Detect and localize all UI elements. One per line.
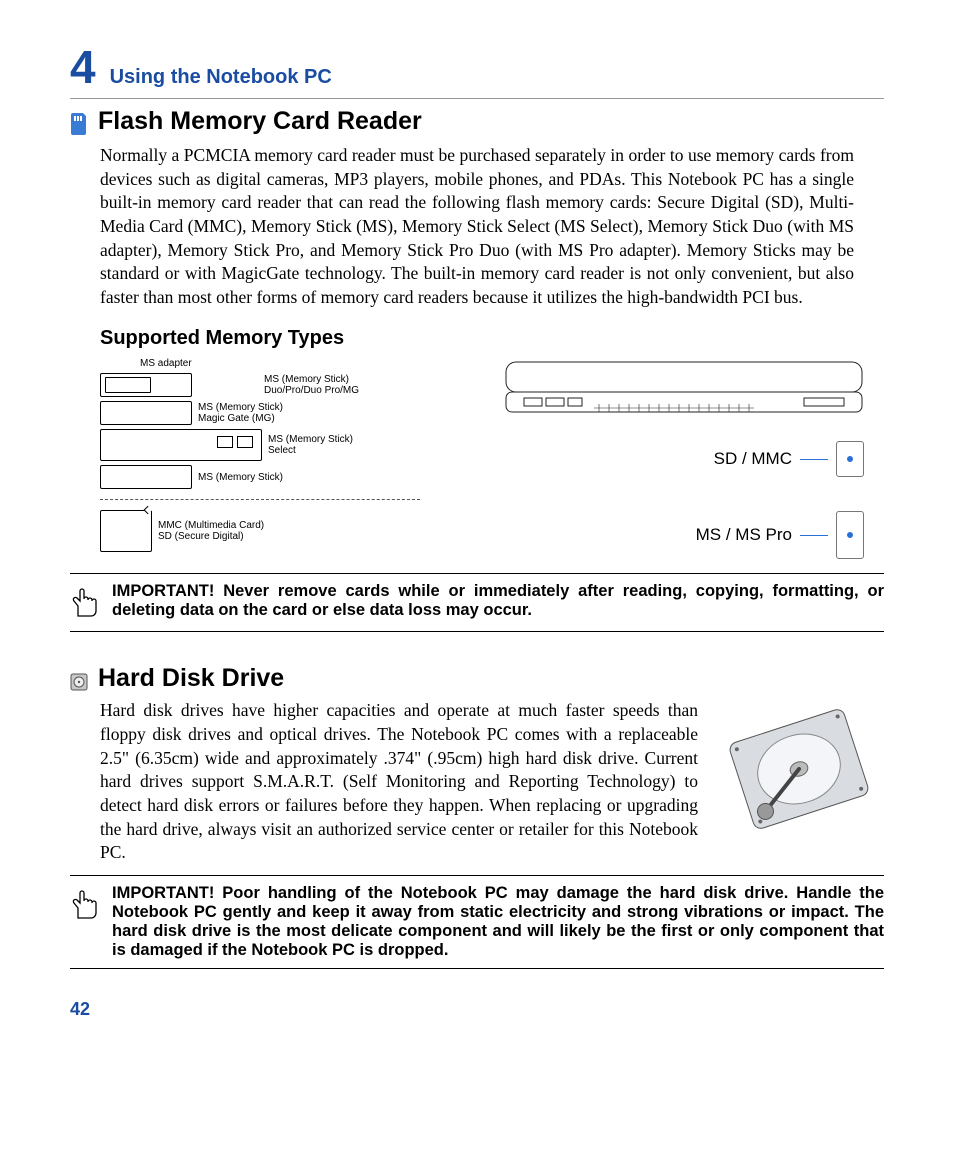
section-title-hdd: Hard Disk Drive: [98, 664, 284, 693]
divider: [70, 98, 884, 99]
mem-label-2: MS (Memory Stick) Magic Gate (MG): [198, 402, 283, 424]
card-outline: [100, 429, 262, 461]
mem-label-4: MS (Memory Stick): [198, 472, 283, 483]
card-outline: [100, 373, 192, 397]
chapter-number: 4: [70, 40, 96, 94]
laptop-side-icon: [504, 358, 864, 418]
chapter-title: Using the Notebook PC: [110, 66, 332, 89]
section-body-flash: Normally a PCMCIA memory card reader mus…: [100, 144, 854, 309]
note-text-2: IMPORTANT! Poor handling of the Notebook…: [112, 884, 884, 960]
sd-slot-icon: [836, 441, 864, 477]
important-note-2: IMPORTANT! Poor handling of the Notebook…: [70, 875, 884, 969]
mem-label-1: MS (Memory Stick) Duo/Pro/Duo Pro/MG: [264, 374, 359, 396]
page-number: 42: [70, 999, 884, 1020]
slot-label-ms: MS / MS Pro: [696, 525, 792, 545]
ms-slot-icon: [836, 511, 864, 559]
memory-types-diagram: MS adapter MS (Memory Stick) Duo/Pro/Duo…: [100, 358, 864, 559]
slot-label-sd: SD / MMC: [714, 449, 792, 469]
card-outline: [100, 510, 152, 552]
hand-icon: [70, 884, 98, 960]
section-body-hdd: Hard disk drives have higher capacities …: [100, 699, 698, 864]
important-note-1: IMPORTANT! Never remove cards while or i…: [70, 573, 884, 632]
hdd-image: [714, 699, 884, 839]
mem-label-3: MS (Memory Stick) Select: [268, 434, 353, 456]
ms-adapter-label: MS adapter: [140, 358, 420, 369]
dashed-divider: [100, 499, 420, 500]
connector-line: [800, 535, 828, 536]
card-outline: [100, 465, 192, 489]
subhead-memtypes: Supported Memory Types: [100, 327, 884, 350]
mem-label-5: MMC (Multimedia Card) SD (Secure Digital…: [158, 520, 264, 542]
hdd-icon: [70, 670, 88, 692]
note-text-1: IMPORTANT! Never remove cards while or i…: [112, 582, 884, 623]
chapter-header: 4 Using the Notebook PC: [70, 40, 884, 94]
connector-line: [800, 459, 828, 460]
hand-icon: [70, 582, 98, 623]
sd-card-icon: [70, 113, 88, 135]
card-outline: [100, 401, 192, 425]
section-title-flash: Flash Memory Card Reader: [98, 107, 422, 136]
